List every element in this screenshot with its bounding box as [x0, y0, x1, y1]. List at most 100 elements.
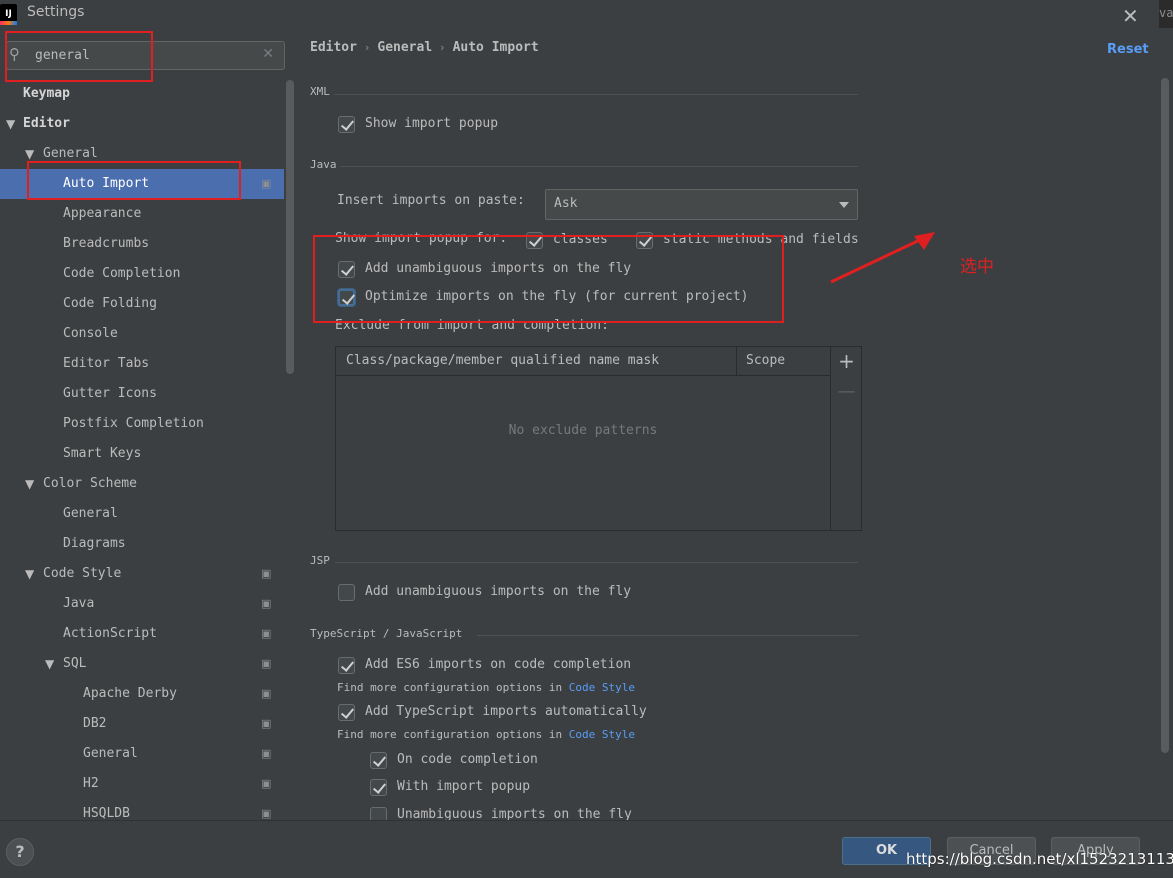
tree-item-db2[interactable]: DB2 ▣ [0, 709, 284, 739]
insert-imports-select[interactable]: Ask [545, 189, 858, 220]
breadcrumb: Editor › General › Auto Import [310, 40, 539, 55]
tree-item-label: Breadcrumbs [63, 236, 150, 251]
expand-arrow-icon[interactable]: ▼ [45, 649, 54, 679]
tree-item-label: SQL [63, 656, 87, 671]
content-scrollbar[interactable] [1158, 28, 1173, 820]
add-icon[interactable]: + [831, 349, 862, 373]
section-divider [477, 635, 858, 636]
checkbox-label: Add unambiguous imports on the fly [365, 584, 632, 599]
tree-item-postfix-completion[interactable]: Postfix Completion [0, 409, 284, 439]
find-more-text: Find more configuration options in Code … [337, 728, 635, 741]
tree-item-color-scheme[interactable]: ▼ Color Scheme [0, 469, 284, 499]
tree-item-label: Editor Tabs [63, 356, 150, 371]
table-header: Class/package/member qualified name mask… [336, 347, 830, 376]
code-style-link[interactable]: Code Style [569, 728, 635, 741]
project-scope-icon: ▣ [261, 627, 272, 640]
section-jsp: JSP [310, 554, 330, 567]
tree-item-code-completion[interactable]: Code Completion [0, 259, 284, 289]
tree-item-label: ActionScript [63, 626, 157, 641]
section-divider [335, 94, 858, 95]
clear-icon[interactable]: ✕ [262, 46, 274, 62]
tree-item-label: Appearance [63, 206, 142, 221]
annotation-box-options [313, 235, 784, 323]
tree-item-label: Apache Derby [83, 686, 177, 701]
tree-item-code-folding[interactable]: Code Folding [0, 289, 284, 319]
tree-item-diagrams[interactable]: Diagrams [0, 529, 284, 559]
checkbox[interactable] [370, 807, 387, 820]
tree-item-sql[interactable]: ▼ SQL ▣ [0, 649, 284, 679]
tree-item-label: General [83, 746, 138, 761]
tree-item-editor[interactable]: ▼ Editor [0, 109, 284, 139]
project-scope-icon: ▣ [261, 597, 272, 610]
checkbox[interactable] [338, 584, 355, 601]
checkbox-label: On code completion [397, 752, 538, 767]
tree-item-label: General [63, 506, 118, 521]
settings-sidebar: ⚲ ✕ Keymap ▼ Editor ▼ General Auto Impor… [0, 28, 297, 820]
project-scope-icon: ▣ [261, 777, 272, 790]
expand-arrow-icon[interactable]: ▼ [25, 559, 34, 589]
close-icon[interactable]: ✕ [1122, 4, 1139, 28]
tree-item-breadcrumbs[interactable]: Breadcrumbs [0, 229, 284, 259]
tree-item-label: Code Folding [63, 296, 157, 311]
project-scope-icon: ▣ [261, 807, 272, 820]
sidebar-scrollbar[interactable] [286, 80, 294, 820]
annotation-box-auto-import [27, 161, 241, 200]
tree-item-label: Color Scheme [43, 476, 137, 491]
column-divider [736, 347, 737, 376]
tree-item-color-scheme-general[interactable]: General [0, 499, 284, 529]
checkbox-label: With import popup [397, 779, 531, 794]
help-button[interactable]: ? [6, 838, 34, 866]
tree-item-gutter-icons[interactable]: Gutter Icons [0, 379, 284, 409]
scrollbar-thumb[interactable] [286, 80, 294, 374]
editor-peek-text: va [1159, 6, 1173, 20]
project-scope-icon: ▣ [261, 747, 272, 760]
column-header-scope[interactable]: Scope [746, 353, 785, 368]
project-scope-icon: ▣ [261, 177, 272, 190]
checkbox[interactable] [370, 752, 387, 769]
remove-icon[interactable]: — [831, 381, 862, 402]
checkbox[interactable] [338, 116, 355, 133]
section-java: Java [310, 158, 337, 171]
checkbox-label: Add TypeScript imports automatically [365, 704, 647, 719]
watermark-text: https://blog.csdn.net/xl15232131135 [906, 850, 1173, 868]
code-style-link[interactable]: Code Style [569, 681, 635, 694]
window-title: Settings [27, 4, 85, 20]
find-more-label: Find more configuration options in [337, 681, 563, 694]
scrollbar-thumb[interactable] [1161, 78, 1169, 753]
table-toolbar: + — [830, 347, 861, 530]
breadcrumb-editor: Editor [310, 40, 357, 55]
tree-item-label: Code Style [43, 566, 122, 581]
checkbox-label: Show import popup [365, 116, 499, 131]
checkbox[interactable] [338, 657, 355, 674]
tree-item-console[interactable]: Console [0, 319, 284, 349]
checkbox-label: Add ES6 imports on code completion [365, 657, 632, 672]
empty-state-text: No exclude patterns [508, 423, 658, 438]
tree-item-smart-keys[interactable]: Smart Keys [0, 439, 284, 469]
tree-item-apache-derby[interactable]: Apache Derby ▣ [0, 679, 284, 709]
expand-arrow-icon[interactable]: ▼ [6, 109, 15, 139]
project-scope-icon: ▣ [261, 657, 272, 670]
expand-arrow-icon[interactable]: ▼ [25, 469, 34, 499]
tree-item-appearance[interactable]: Appearance [0, 199, 284, 229]
tree-item-actionscript[interactable]: ActionScript ▣ [0, 619, 284, 649]
tree-item-hsqldb[interactable]: HSQLDB ▣ [0, 799, 284, 820]
tree-item-sql-general[interactable]: General ▣ [0, 739, 284, 769]
tree-item-java[interactable]: Java ▣ [0, 589, 284, 619]
reset-link[interactable]: Reset [1107, 42, 1149, 57]
tree-item-code-style[interactable]: ▼ Code Style ▣ [0, 559, 284, 589]
column-header-mask[interactable]: Class/package/member qualified name mask [346, 353, 659, 368]
tree-item-label: Smart Keys [63, 446, 142, 461]
tree-item-h2[interactable]: H2 ▣ [0, 769, 284, 799]
checkbox[interactable] [370, 779, 387, 796]
exclude-table: Class/package/member qualified name mask… [335, 346, 862, 531]
tree-item-label: H2 [83, 776, 99, 791]
checkbox-label: Unambiguous imports on the fly [397, 807, 632, 820]
tree-item-label: Java [63, 596, 95, 611]
tree-item-editor-tabs[interactable]: Editor Tabs [0, 349, 284, 379]
tree-item-keymap[interactable]: Keymap [0, 79, 284, 109]
find-more-label: Find more configuration options in [337, 728, 563, 741]
checkbox[interactable] [338, 704, 355, 721]
breadcrumb-separator-icon: › [440, 41, 445, 54]
tree-item-label: Diagrams [63, 536, 126, 551]
project-scope-icon: ▣ [261, 717, 272, 730]
